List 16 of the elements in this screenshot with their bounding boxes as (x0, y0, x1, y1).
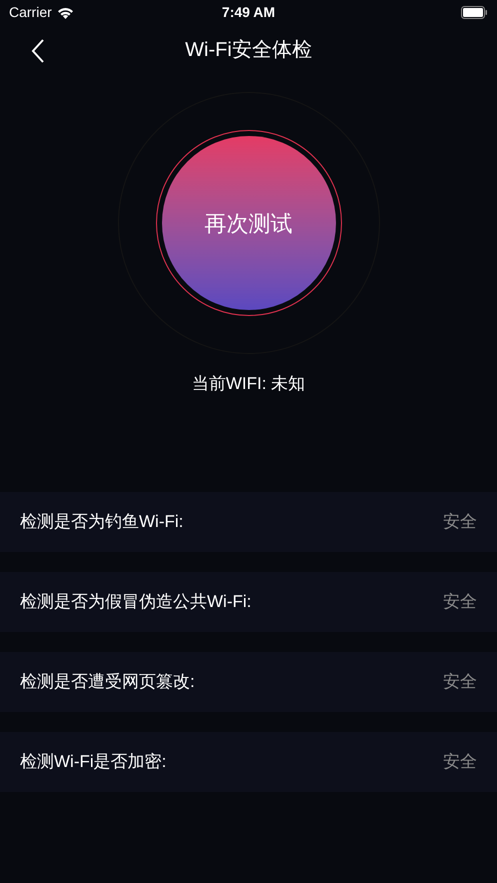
battery-icon (460, 6, 488, 19)
carrier-label: Carrier (9, 3, 52, 22)
page-title: Wi-Fi安全体检 (185, 38, 312, 63)
check-label: 检测是否遭受网页篡改: (20, 670, 195, 693)
check-result: 安全 (443, 590, 477, 613)
check-result: 安全 (443, 510, 477, 533)
back-icon (31, 39, 45, 63)
status-time: 7:49 AM (222, 3, 276, 22)
retest-button[interactable]: 再次测试 (162, 136, 336, 310)
check-label: 检测是否为钓鱼Wi-Fi: (20, 510, 184, 533)
wifi-icon (56, 6, 74, 18)
check-result: 安全 (443, 670, 477, 693)
check-label: 检测Wi-Fi是否加密: (20, 750, 166, 773)
current-wifi-label: 当前WIFI: 未知 (192, 373, 306, 395)
check-result: 安全 (443, 750, 477, 773)
check-label: 检测是否为假冒伪造公共Wi-Fi: (20, 590, 252, 613)
